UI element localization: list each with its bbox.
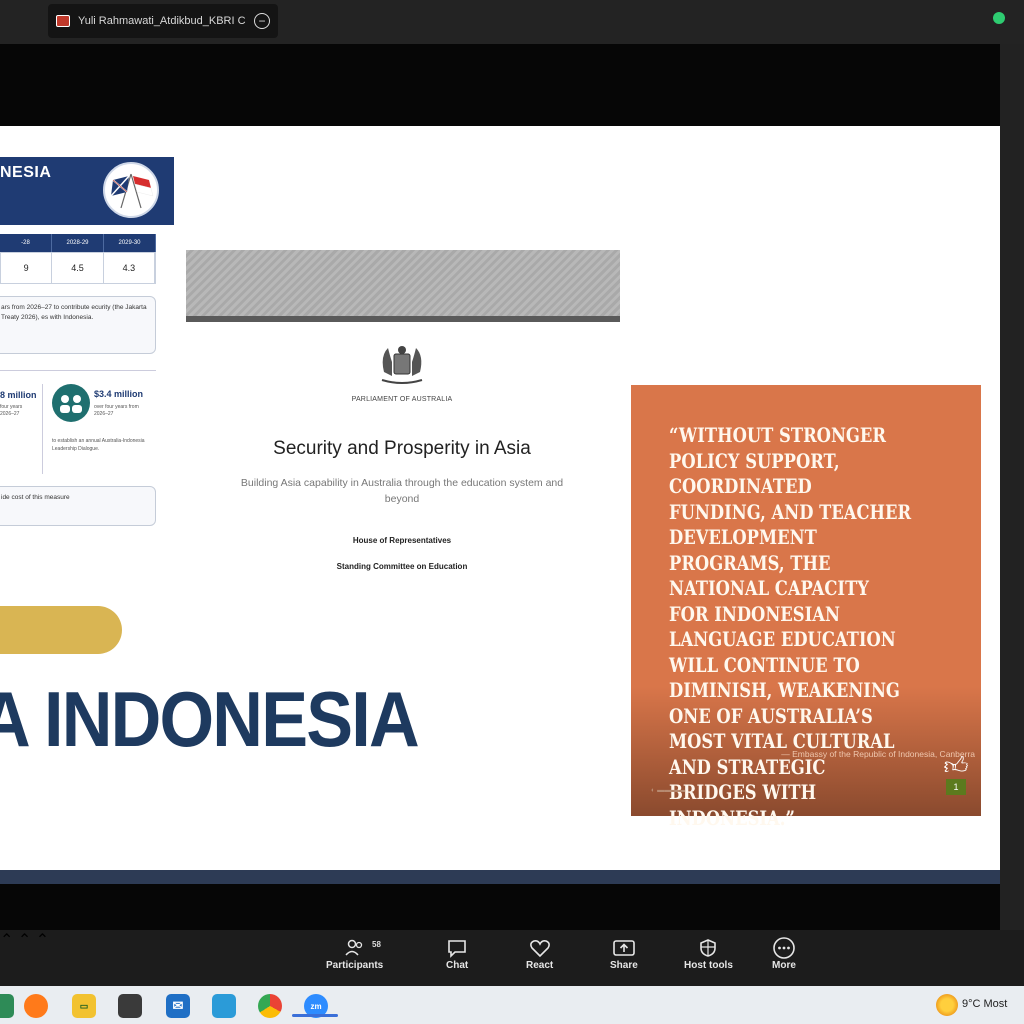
chat-icon [446, 936, 468, 960]
blurred-banner-image [186, 250, 620, 322]
host-tools-label: Host tools [684, 960, 733, 971]
firefox-icon[interactable] [24, 994, 48, 1018]
participants-button[interactable]: 58 Participants [326, 936, 383, 971]
participants-caret-icon[interactable]: ⌃ [0, 932, 13, 949]
flags-icon [103, 162, 159, 218]
document-house: House of Representatives [352, 536, 452, 545]
quote-logo-icon: ◐ ▬▬▬▬ [651, 787, 686, 794]
people-icon [52, 384, 90, 422]
like-reaction: 👍︎ 1 [941, 755, 971, 795]
stat-value: 8 million [0, 390, 37, 400]
file-explorer-icon[interactable]: ▭ [72, 994, 96, 1018]
right-scroll-strip[interactable] [1000, 44, 1024, 930]
chat-label: Chat [446, 960, 469, 971]
document-subtitle: Building Asia capability in Australia th… [240, 477, 564, 505]
banner-bottom-strip [186, 316, 620, 322]
chat-caret-icon[interactable]: ⌃ [18, 932, 31, 949]
screen-share-tab[interactable]: Yuli Rahmawati_Atdikbud_KBRI C − [48, 4, 278, 38]
indonesia-heading: A INDONESIA [0, 675, 420, 763]
app-icon[interactable] [0, 994, 14, 1018]
more-label: More [772, 960, 796, 971]
table-header-cell: 2029-30 [104, 234, 156, 252]
photos-icon[interactable] [212, 994, 236, 1018]
cost-info-box: ide cost of this measure [0, 486, 156, 526]
document-committee: Standing Committee on Education [336, 562, 468, 571]
document-title: Security and Prosperity in Asia [273, 438, 531, 459]
weather-text[interactable]: 9°C Most [962, 998, 1007, 1010]
more-button[interactable]: More [772, 936, 796, 971]
funding-table-header: -28 2028-29 2029-30 [0, 234, 156, 252]
chat-button[interactable]: Chat [446, 936, 468, 971]
table-cell: 4.3 [104, 253, 155, 283]
divider [0, 370, 156, 371]
stat-value: $3.4 million [94, 389, 144, 399]
participants-count: 58 [372, 940, 381, 949]
stat-description: to establish an annual Australia-Indones… [52, 438, 145, 452]
chrome-icon[interactable] [258, 994, 282, 1018]
more-icon [772, 936, 796, 960]
active-app-indicator [292, 1014, 338, 1017]
mail-icon[interactable]: ✉ [166, 994, 190, 1018]
participants-label: Participants [326, 960, 384, 971]
store-icon[interactable] [118, 994, 142, 1018]
share-caret-icon[interactable]: ⌃ [36, 932, 49, 949]
table-cell: 4.5 [52, 253, 104, 283]
coat-of-arms-icon [374, 342, 430, 388]
table-header-cell: 2028-29 [52, 234, 104, 252]
weather-sun-icon[interactable] [936, 994, 958, 1016]
heart-icon [529, 936, 551, 960]
host-tools-button[interactable]: Host tools [684, 936, 733, 971]
slide-bottom-bar [0, 870, 1000, 884]
funding-table-row: 9 4.5 4.3 [0, 252, 156, 284]
share-screen-icon [612, 936, 636, 960]
shared-slide: NESIA -28 2028-29 2029-30 9 4.5 4.3 ars … [0, 126, 1000, 872]
thumbs-up-icon: 👍︎ [943, 753, 969, 780]
reaction-count-badge: 1 [946, 779, 966, 795]
shield-icon [698, 936, 718, 960]
react-button[interactable]: React [526, 936, 553, 971]
parliament-label: PARLIAMENT OF AUSTRALIA [351, 396, 453, 403]
divider [42, 384, 43, 474]
measure-info-box: ars from 2026–27 to contribute ecurity (… [0, 296, 156, 354]
gold-pill-shape [0, 606, 122, 654]
table-cell: 9 [1, 253, 53, 283]
participants-icon [344, 936, 366, 960]
react-label: React [526, 960, 554, 971]
quote-text: “Without stronger policy support, coordi… [669, 424, 912, 830]
share-indicator-icon [56, 15, 70, 27]
quote-attribution: — Embassy of the Republic of Indonesia, … [781, 749, 975, 759]
quote-card: “Without stronger policy support, coordi… [631, 385, 981, 830]
meeting-toolbar: 58 Participants ⌃ Chat ⌃ React Share ⌃ H… [0, 930, 1024, 986]
table-header-cell: -28 [0, 234, 52, 252]
share-label: Share [610, 960, 638, 971]
taskbar: ▭ ✉ zm 9°C Most [0, 986, 1024, 1024]
stat-subtext: four years 2026–27 [0, 404, 23, 417]
minimize-share-icon[interactable]: − [254, 13, 270, 29]
connection-status-icon [993, 12, 1005, 24]
indonesia-header-text: NESIA [0, 164, 52, 181]
stat-subtext: over four years from 2026–27 [94, 404, 139, 417]
share-tab-label: Yuli Rahmawati_Atdikbud_KBRI C [78, 15, 246, 27]
share-button[interactable]: Share [610, 936, 638, 971]
